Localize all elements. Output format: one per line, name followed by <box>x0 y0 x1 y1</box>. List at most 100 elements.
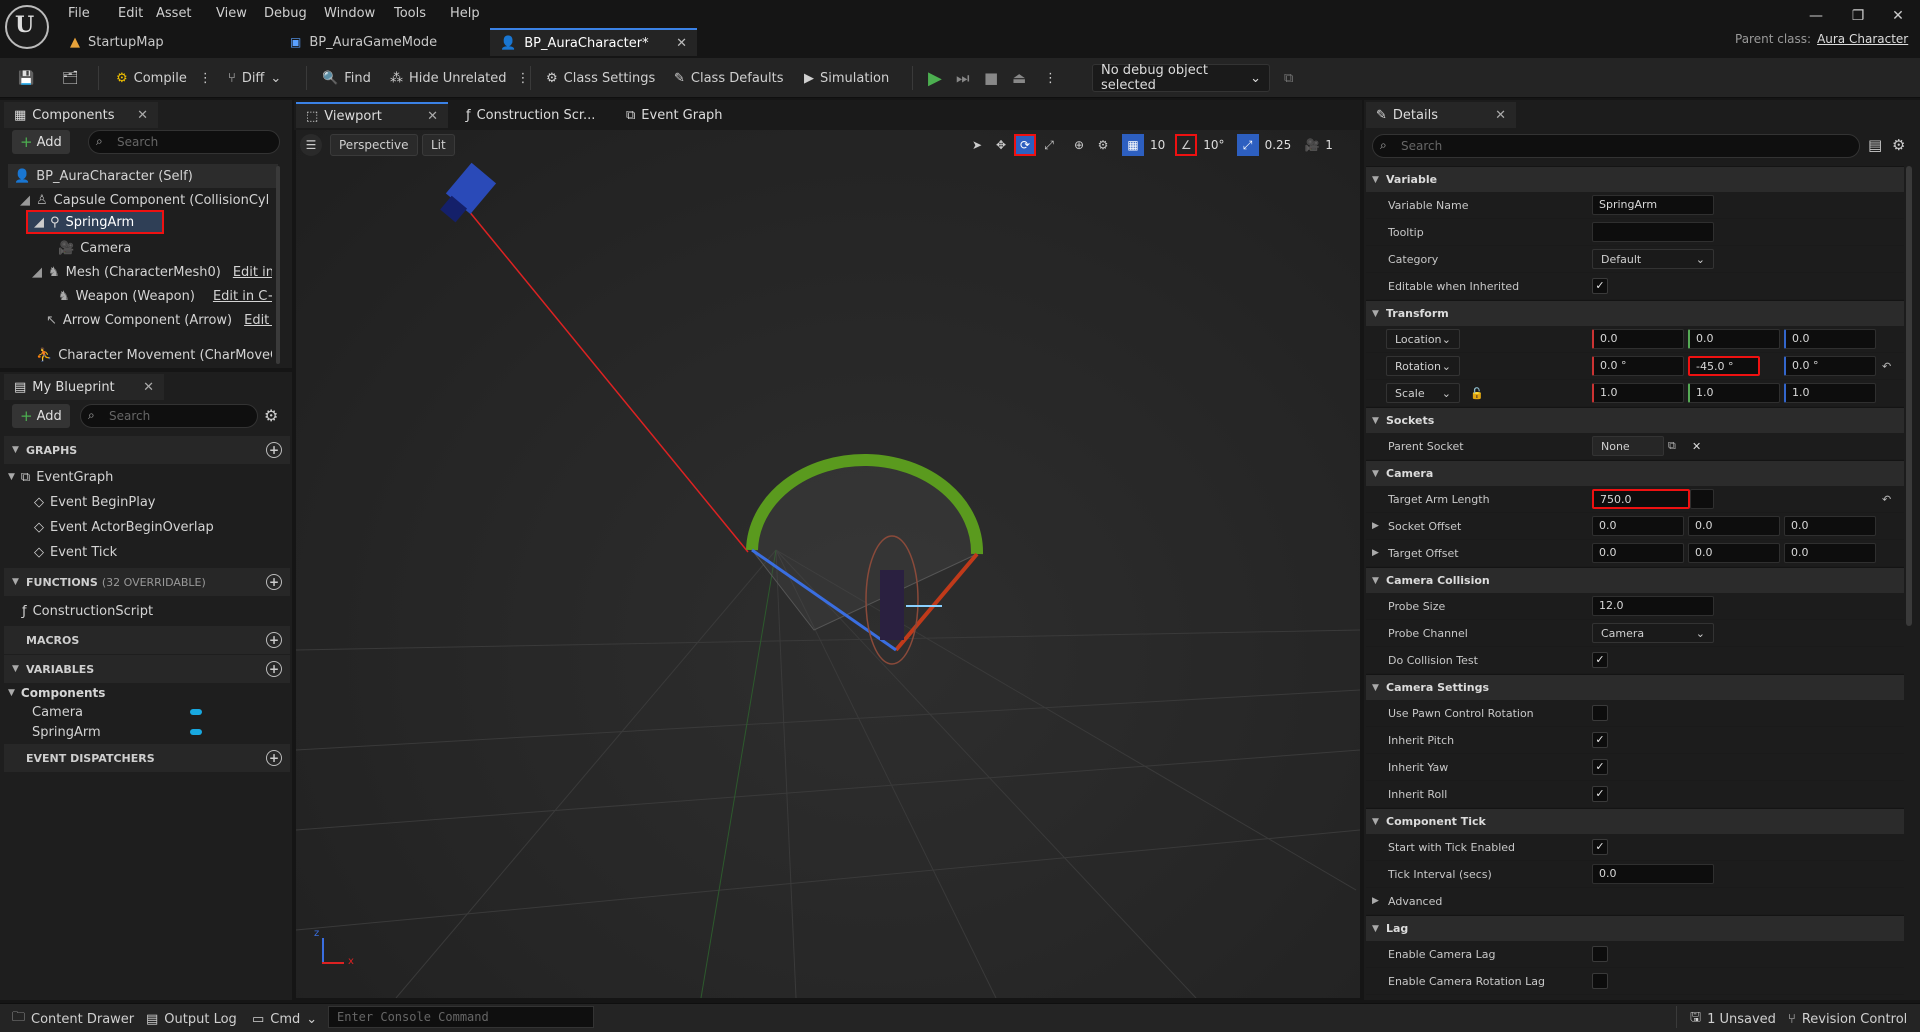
expand-icon[interactable]: ▶ <box>1372 548 1379 558</box>
add-dispatcher-icon[interactable]: + <box>266 750 282 766</box>
scale-x-input[interactable]: 1.0 <box>1592 383 1684 403</box>
my-blueprint-search-input[interactable]: Search <box>80 404 258 428</box>
rotate-icon[interactable]: ⟳ <box>1014 134 1036 156</box>
row-advanced[interactable]: ▶ Advanced <box>1366 888 1904 915</box>
component-capsule[interactable]: ◢ ♙ Capsule Component (CollisionCylinder… <box>20 188 270 212</box>
parent-socket-field[interactable]: None <box>1592 436 1664 456</box>
component-camera[interactable]: 🎥 Camera <box>58 236 238 260</box>
lit-button[interactable]: Lit <box>422 134 455 156</box>
expand-icon[interactable]: ◢ <box>20 193 30 208</box>
components-scrollbar[interactable] <box>276 166 280 364</box>
debug-filter-icon[interactable]: ⧉ <box>1278 64 1299 92</box>
tab-bp-auracharacter[interactable]: 👤 BP_AuraCharacter* ✕ <box>490 28 697 56</box>
reset-to-default-icon[interactable]: ↶ <box>1882 493 1891 506</box>
variable-name-input[interactable]: SpringArm <box>1592 195 1714 215</box>
gear-icon[interactable]: ⚙ <box>264 406 278 425</box>
rotation-y-input[interactable]: -45.0 ° <box>1688 356 1760 376</box>
select-icon[interactable]: ➤ <box>966 134 988 156</box>
expand-icon[interactable]: ◢ <box>32 265 42 280</box>
cmd-select[interactable]: ▭ Cmd ⌄ <box>246 1005 323 1032</box>
world-local-icon[interactable]: ⊕ <box>1068 134 1090 156</box>
browse-socket-icon[interactable]: ⧉ <box>1668 439 1676 453</box>
use-pawn-control-checkbox[interactable] <box>1592 705 1608 721</box>
camera-speed-value[interactable]: 1 <box>1325 138 1333 152</box>
socket-offset-z-input[interactable]: 0.0 <box>1784 516 1876 536</box>
location-x-input[interactable]: 0.0 <box>1592 329 1684 349</box>
edit-in-cpp-link[interactable]: Edit in C++ <box>233 265 272 280</box>
stop-icon[interactable]: ■ <box>978 64 1004 92</box>
eject-icon[interactable]: ⏏ <box>1006 64 1032 92</box>
more-options-icon[interactable]: ⋮ <box>1038 64 1063 92</box>
revision-control-button[interactable]: ⑂ Revision Control <box>1782 1005 1913 1032</box>
components-tab[interactable]: ▦ Components ✕ <box>4 102 158 128</box>
component-character-movement[interactable]: ⛹ Character Movement (CharMoveComp) <box>36 343 272 367</box>
step-icon[interactable]: ⏭ <box>950 64 976 92</box>
menu-tools[interactable]: Tools <box>388 3 432 23</box>
lock-icon[interactable]: 🔓 <box>1470 387 1484 400</box>
viewport[interactable] <box>296 130 1360 998</box>
components-search-input[interactable]: Search <box>88 130 280 154</box>
unsaved-button[interactable]: 🖫 1 Unsaved <box>1684 1005 1782 1032</box>
scale-snap-icon[interactable]: ⤢ <box>1236 134 1259 156</box>
socket-offset-x-input[interactable]: 0.0 <box>1592 516 1684 536</box>
content-drawer-button[interactable]: 🗀 Content Drawer <box>6 1005 140 1032</box>
scale-snap-value[interactable]: 0.25 <box>1265 138 1292 152</box>
edit-in-cpp-link[interactable]: Edit in C++ <box>213 289 272 304</box>
tick-interval-input[interactable]: 0.0 <box>1592 864 1714 884</box>
inherit-yaw-checkbox[interactable]: ✓ <box>1592 759 1608 775</box>
inherit-roll-checkbox[interactable]: ✓ <box>1592 786 1608 802</box>
section-transform[interactable]: ▼ Transform <box>1366 300 1904 326</box>
component-self[interactable]: 👤 BP_AuraCharacter (Self) <box>8 164 278 188</box>
add-variable-icon[interactable]: + <box>266 661 282 677</box>
camera-rotation-lag-checkbox[interactable] <box>1592 973 1608 989</box>
expand-icon[interactable]: ◢ <box>34 215 44 230</box>
output-log-button[interactable]: ▤ Output Log <box>140 1005 243 1032</box>
graphs-section-header[interactable]: ▼ GRAPHS + <box>4 436 290 464</box>
component-weapon[interactable]: ♞ Weapon (Weapon) Edit in C++ <box>58 284 272 308</box>
collapse-icon[interactable]: ▼ <box>1372 309 1379 319</box>
scale-z-input[interactable]: 1.0 <box>1784 383 1876 403</box>
grid-snap-icon[interactable]: ▦ <box>1122 134 1144 156</box>
component-springarm[interactable]: ◢ ⚲ SpringArm <box>26 210 164 234</box>
menu-file[interactable]: File <box>62 3 96 23</box>
browse-icon[interactable]: 🗂 <box>56 64 85 92</box>
collapse-icon[interactable]: ▼ <box>1372 175 1379 185</box>
menu-window[interactable]: Window <box>318 3 381 23</box>
close-icon[interactable]: ✕ <box>137 108 148 123</box>
find-button[interactable]: 🔍 Find <box>316 64 377 92</box>
editable-inherited-checkbox[interactable]: ✓ <box>1592 278 1608 294</box>
class-defaults-button[interactable]: ✎ Class Defaults <box>668 64 790 92</box>
macros-section-header[interactable]: MACROS + <box>4 626 290 654</box>
menu-asset[interactable]: Asset <box>150 3 198 23</box>
grid-snap-value[interactable]: 10 <box>1150 138 1165 152</box>
hide-unrelated-button[interactable]: ⁂ Hide Unrelated ⋮ <box>384 64 536 92</box>
my-blueprint-tab[interactable]: ▤ My Blueprint ✕ <box>4 374 164 400</box>
section-sockets[interactable]: ▼ Sockets <box>1366 407 1904 433</box>
function-constructionscript[interactable]: ƒ ConstructionScript <box>22 599 262 623</box>
socket-offset-y-input[interactable]: 0.0 <box>1688 516 1780 536</box>
add-function-icon[interactable]: + <box>266 574 282 590</box>
collapse-icon[interactable]: ▼ <box>12 445 19 455</box>
reset-to-default-icon[interactable]: ↶ <box>1882 360 1891 373</box>
event-beginplay[interactable]: ◇ Event BeginPlay <box>34 490 274 514</box>
diff-button[interactable]: ⑂ Diff ⌄ <box>222 64 287 92</box>
parent-class-link[interactable]: Aura Character <box>1817 32 1908 46</box>
property-matrix-icon[interactable]: ▤ <box>1868 136 1882 154</box>
target-offset-x-input[interactable]: 0.0 <box>1592 543 1684 563</box>
debug-object-select[interactable]: No debug object selected ⌄ <box>1092 63 1270 93</box>
rotation-mode-select[interactable]: Rotation ⌄ <box>1386 356 1460 376</box>
menu-debug[interactable]: Debug <box>258 3 313 23</box>
tab-bp-auragamemode[interactable]: ▣ BP_AuraGameMode <box>280 28 490 56</box>
collapse-icon[interactable]: ▼ <box>12 577 19 587</box>
more-options-icon[interactable]: ⋮ <box>517 71 530 86</box>
add-macro-icon[interactable]: + <box>266 632 282 648</box>
category-select[interactable]: Default ⌄ <box>1592 249 1714 269</box>
location-z-input[interactable]: 0.0 <box>1784 329 1876 349</box>
viewport-menu-icon[interactable]: ☰ <box>300 134 322 156</box>
perspective-button[interactable]: Perspective <box>330 134 418 156</box>
add-component-button[interactable]: + Add <box>12 130 70 154</box>
graph-eventgraph[interactable]: ▼ ⧉ EventGraph <box>8 465 268 489</box>
translate-icon[interactable]: ✥ <box>990 134 1012 156</box>
add-graph-icon[interactable]: + <box>266 442 282 458</box>
event-tick[interactable]: ◇ Event Tick <box>34 540 274 564</box>
